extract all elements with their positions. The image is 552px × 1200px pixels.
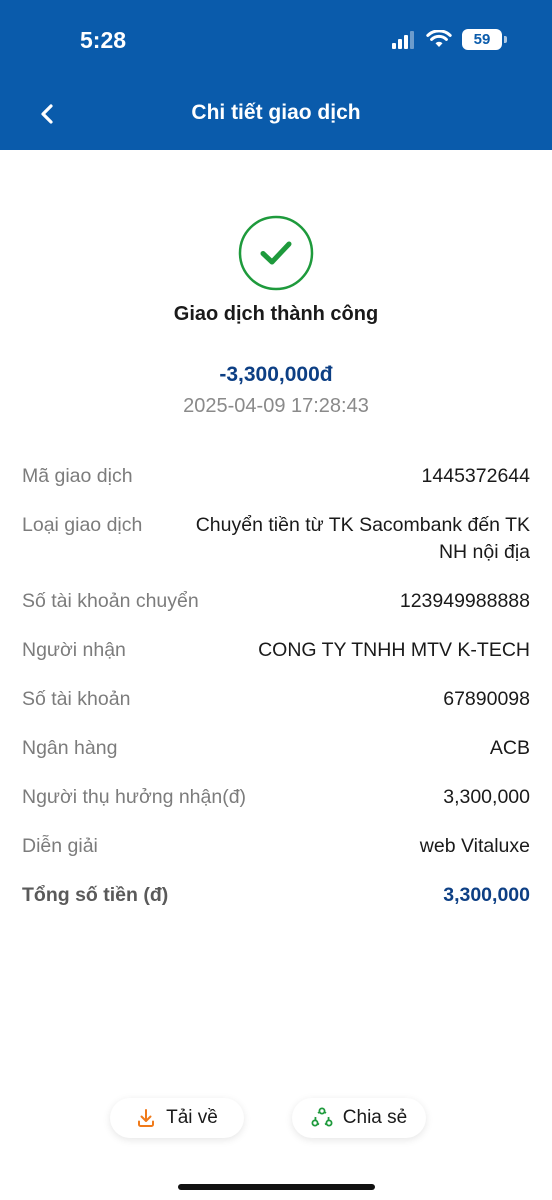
detail-value: 67890098: [443, 688, 530, 710]
detail-label: Tổng số tiền (đ): [22, 884, 169, 906]
check-circle-icon: [238, 215, 314, 291]
detail-value: 1445372644: [421, 465, 530, 487]
detail-label: Số tài khoản: [22, 688, 131, 710]
status-icons: 59: [392, 29, 507, 50]
transaction-status: Giao dịch thành công: [173, 303, 379, 325]
detail-row-total: Tổng số tiền (đ) 3,300,000: [22, 882, 530, 909]
detail-row-beneficiary-received: Người thụ hưởng nhận(đ) 3,300,000: [22, 784, 530, 811]
detail-label: Diễn giải: [22, 835, 98, 857]
transaction-details: Mã giao dịch 1445372644 Loại giao dịch C…: [22, 463, 530, 931]
detail-row-recipient: Người nhận CONG TY TNHH MTV K-TECH: [22, 637, 530, 664]
detail-label: Số tài khoản chuyển: [22, 590, 199, 612]
detail-value: CONG TY TNHH MTV K-TECH: [258, 639, 530, 661]
detail-row-transaction-type: Loại giao dịch Chuyển tiền từ TK Sacomba…: [22, 512, 530, 566]
detail-value: Chuyển tiền từ TK Sacombank đến TK NH nộ…: [195, 514, 530, 563]
top-app-bar: 5:28 59 Chi tiết giao dịch: [0, 0, 552, 150]
detail-row-source-account: Số tài khoản chuyển 123949988888: [22, 588, 530, 615]
detail-value: web Vitaluxe: [419, 835, 530, 857]
transaction-datetime: 2025-04-09 17:28:43: [183, 395, 369, 417]
wifi-icon: [426, 30, 452, 47]
page-title: Chi tiết giao dịch: [191, 101, 361, 124]
detail-value: 3,300,000: [443, 884, 530, 906]
detail-row-description: Diễn giải web Vitaluxe: [22, 833, 530, 860]
download-icon: [138, 1109, 155, 1127]
detail-value: ACB: [489, 737, 530, 759]
detail-label: Người nhận: [22, 639, 126, 661]
detail-label: Loại giao dịch: [22, 514, 143, 536]
transaction-amount: -3,300,000đ: [219, 363, 333, 386]
download-button[interactable]: Tải về: [110, 1098, 244, 1138]
detail-label: Ngân hàng: [22, 737, 118, 759]
detail-value: 123949988888: [399, 590, 530, 612]
detail-label: Người thụ hưởng nhận(đ): [22, 786, 247, 808]
detail-row-transaction-id: Mã giao dịch 1445372644: [22, 463, 530, 490]
home-indicator: [178, 1184, 375, 1190]
download-label: Tải về: [166, 1107, 218, 1128]
status-time: 5:28: [80, 27, 127, 53]
share-label: Chia sẻ: [342, 1107, 408, 1128]
share-button[interactable]: Chia sẻ: [292, 1098, 426, 1138]
battery-indicator: 59: [462, 29, 507, 50]
detail-row-account-number: Số tài khoản 67890098: [22, 686, 530, 713]
detail-value: 3,300,000: [443, 786, 530, 808]
detail-label: Mã giao dịch: [22, 465, 133, 487]
signal-icon: [392, 30, 414, 49]
share-icon: [311, 1107, 333, 1127]
detail-row-bank: Ngân hàng ACB: [22, 735, 530, 762]
